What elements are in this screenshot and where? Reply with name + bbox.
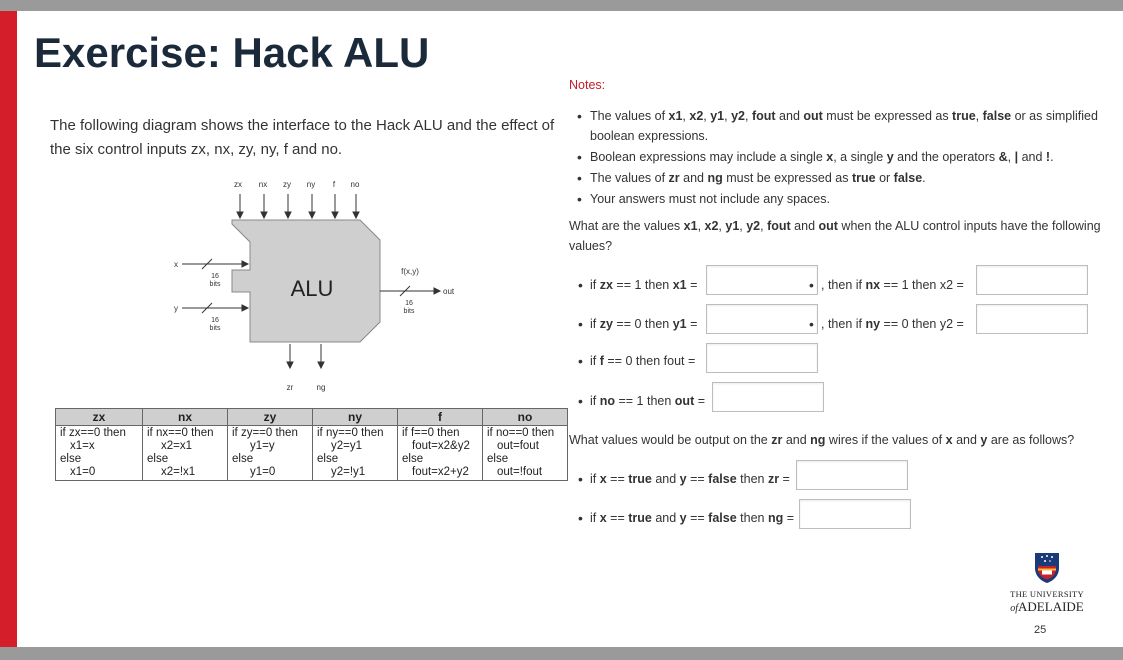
page-number: 25	[1034, 624, 1047, 636]
table-cell-f: if f==0 then fout=x2&y2 else fout=x2+y2	[397, 425, 483, 481]
no-question: if no == 1 then out =	[578, 393, 705, 409]
control-arrows	[236, 194, 360, 220]
red-accent-bar	[0, 11, 17, 647]
y1-answer-input[interactable]	[706, 304, 818, 334]
table-header: ny	[312, 408, 398, 426]
question-2-text: What values would be output on the zr an…	[569, 433, 1075, 447]
input-y-bus	[182, 302, 250, 314]
output-label: out	[443, 287, 455, 296]
notes-list: The values of x1, x2, y1, y2, fout and o…	[577, 106, 1122, 210]
table-cell-no: if no==0 then out=fout else out=!fout	[482, 425, 568, 481]
ctl-label-no: no	[351, 180, 360, 189]
table-header: f	[397, 408, 483, 426]
x2-answer-input[interactable]	[976, 265, 1088, 295]
table-header: nx	[142, 408, 228, 426]
y2-answer-input[interactable]	[976, 304, 1088, 334]
intro-text: The following diagram shows the interfac…	[50, 117, 555, 158]
zx-question: if zx == 1 then x1 =	[578, 277, 697, 293]
alu-diagram: zx nx zy ny f no ALU x y 16 bits 16 bits…	[174, 180, 455, 392]
output-func-label: f(x,y)	[401, 267, 419, 276]
control-bits-table: zx nx zy ny f no if zx==0 then x1=x else x1…	[55, 408, 568, 481]
table-cell-nx: if nx==0 then x2=x1 else x2=!x1	[142, 425, 228, 481]
table-cell-zx: if zx==0 then x1=x else x1=0	[55, 425, 143, 481]
out-width: 16	[405, 300, 413, 307]
list-item: The values of x1, x2, y1, y2, fout and o…	[577, 106, 1122, 146]
ng-question: if x == true and y == false then ng =	[578, 510, 794, 526]
list-item: The values of zr and ng must be expresse…	[577, 168, 1122, 188]
ng-answer-input[interactable]	[799, 499, 911, 529]
bottom-border	[0, 647, 1123, 660]
zr-answer-input[interactable]	[796, 460, 908, 490]
y-width: 16	[211, 317, 219, 324]
y-unit: bits	[210, 325, 221, 332]
notes-heading: Notes:	[569, 78, 606, 92]
x-width: 16	[211, 273, 219, 280]
x1-answer-input[interactable]	[706, 265, 818, 295]
x-unit: bits	[210, 281, 221, 288]
flag-arrows	[286, 344, 325, 370]
logo-line-1: THE UNIVERSITY	[1010, 589, 1084, 599]
table-cell-ny: if ny==0 then y2=y1 else y2=!y1	[312, 425, 398, 481]
f-question: if f == 0 then fout =	[578, 353, 695, 369]
table-cell-zy: if zy==0 then y1=y else y1=0	[227, 425, 313, 481]
ctl-label-ny: ny	[307, 180, 315, 189]
fout-answer-input[interactable]	[706, 343, 818, 373]
ctl-label-zy: zy	[283, 180, 291, 189]
flag-zr-label: zr	[287, 383, 294, 392]
alu-label: ALU	[291, 276, 334, 301]
top-border	[0, 0, 1123, 11]
question-1-text: What are the values x1, x2, y1, y2, fout…	[569, 219, 1101, 253]
table-row: if zx==0 then x1=x else x1=0 if nx==0 then x…	[55, 425, 568, 481]
input-x-label: x	[174, 260, 178, 269]
zr-question: if x == true and y == false then zr =	[578, 471, 790, 487]
out-unit: bits	[404, 308, 415, 315]
logo-line-2: ofADELAIDE	[1010, 599, 1084, 614]
flag-ng-label: ng	[317, 383, 326, 392]
input-x-bus	[182, 258, 250, 270]
ctl-label-f: f	[333, 180, 336, 189]
list-item: Boolean expressions may include a single…	[577, 147, 1122, 167]
slide-title: Exercise: Hack ALU	[34, 29, 430, 76]
table-header: no	[482, 408, 568, 426]
ctl-label-nx: nx	[259, 180, 267, 189]
input-y-label: y	[174, 304, 178, 313]
list-item: Your answers must not include any spaces…	[577, 189, 1122, 209]
output-bus	[380, 285, 442, 297]
table-header: zy	[227, 408, 313, 426]
table-header: zx	[55, 408, 143, 426]
out-answer-input[interactable]	[712, 382, 824, 412]
crest-icon	[1035, 553, 1059, 583]
nx-question: , then if nx == 1 then x2 =	[809, 277, 964, 293]
ny-question: , then if ny == 0 then y2 =	[809, 316, 964, 332]
university-logo: THE UNIVERSITY ofADELAIDE	[1005, 550, 1089, 615]
table-header-row: zx nx zy ny f no	[55, 408, 568, 426]
ctl-label-zx: zx	[234, 180, 242, 189]
zy-question: if zy == 0 then y1 =	[578, 316, 697, 332]
